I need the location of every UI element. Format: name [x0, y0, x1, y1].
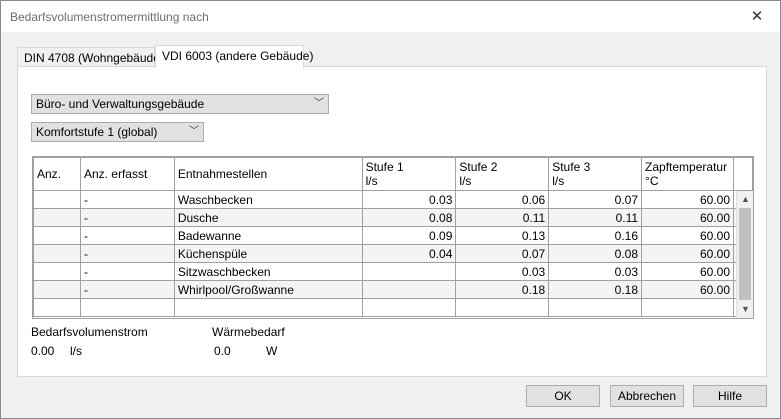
cell-stufe1 [361, 280, 457, 299]
close-icon[interactable]: ✕ [734, 1, 780, 32]
flow-unit: l/s [70, 344, 82, 358]
column-header-stufe2[interactable]: Stufe 2 l/s [455, 157, 550, 191]
cell-name: Waschbecken [173, 190, 363, 209]
table-row[interactable]: - Küchenspüle 0.04 0.07 0.08 60.00 [33, 244, 753, 263]
table-scrollbar[interactable]: ▲ ▼ [736, 191, 753, 318]
cell-stufe2: 0.11 [455, 208, 550, 227]
building-type-value: Büro- und Verwaltungsgebäude [36, 97, 205, 111]
cell-anz[interactable] [33, 190, 81, 209]
cell-stufe3: 0.03 [548, 262, 643, 281]
table-row[interactable]: - Badewanne 0.09 0.13 0.16 60.00 [33, 226, 753, 245]
heat-unit: W [266, 344, 278, 358]
cell-anz[interactable] [33, 226, 81, 245]
outlets-table: Anz. Anz. erfasst Entnahmestellen Stufe … [32, 156, 754, 319]
column-header-erfasst[interactable]: Anz. erfasst [79, 157, 175, 191]
cell-name: Whirlpool/Großwanne [173, 280, 363, 299]
cell-temp [641, 298, 735, 317]
cell-stufe1 [361, 262, 457, 281]
cell-anz[interactable] [33, 262, 81, 281]
cell-stufe1 [361, 298, 457, 317]
cell-name [173, 298, 363, 317]
cell-stufe2: 0.18 [455, 280, 550, 299]
cell-anz[interactable] [33, 208, 81, 227]
column-header-entnahme[interactable]: Entnahmestellen [173, 157, 363, 191]
chevron-down-icon: ﹀ [314, 98, 324, 109]
column-header-stufe3[interactable]: Stufe 3 l/s [548, 157, 643, 191]
cell-temp: 60.00 [641, 280, 735, 299]
table-row[interactable]: - Sitzwaschbecken 0.03 0.03 60.00 [33, 262, 753, 281]
table-row[interactable]: - Whirlpool/Großwanne 0.18 0.18 60.00 [33, 280, 753, 299]
cell-temp: 60.00 [641, 262, 735, 281]
cell-stufe3: 0.11 [548, 208, 643, 227]
table-row[interactable]: - Dusche 0.08 0.11 0.11 60.00 [33, 208, 753, 227]
heat-value: 0.0 [214, 344, 231, 358]
cell-erfasst: - [79, 226, 175, 245]
cell-anz[interactable] [33, 244, 81, 263]
comfort-level-select[interactable]: Komfortstufe 1 (global) ﹀ [31, 122, 204, 142]
scroll-down-icon[interactable]: ▼ [737, 301, 754, 318]
cell-stufe3: 0.16 [548, 226, 643, 245]
cell-anz[interactable] [33, 280, 81, 299]
tab-vdi-6003[interactable]: VDI 6003 (andere Gebäude) [155, 45, 313, 68]
cell-stufe3 [548, 298, 643, 317]
flow-label: Bedarfsvolumenstrom [31, 325, 148, 339]
comfort-level-value: Komfortstufe 1 (global) [36, 125, 158, 139]
cell-stufe3: 0.07 [548, 190, 643, 209]
cell-name: Dusche [173, 208, 363, 227]
cell-anz[interactable] [33, 298, 81, 317]
column-header-temp[interactable]: Zapftemperatur °C [641, 157, 735, 191]
cell-stufe1: 0.09 [361, 226, 457, 245]
cell-stufe1: 0.08 [361, 208, 457, 227]
cell-stufe2: 0.03 [455, 262, 550, 281]
cell-stufe2: 0.13 [455, 226, 550, 245]
scrollbar-thumb[interactable] [739, 208, 751, 300]
cell-erfasst: - [79, 190, 175, 209]
cell-stufe2 [455, 298, 550, 317]
table-row[interactable]: - Waschbecken 0.03 0.06 0.07 60.00 [33, 190, 753, 209]
cell-erfasst: - [79, 280, 175, 299]
cell-name: Sitzwaschbecken [173, 262, 363, 281]
window-title: Bedarfsvolumenstromermittlung nach [10, 10, 209, 24]
ok-button[interactable]: OK [526, 385, 600, 407]
cancel-button[interactable]: Abbrechen [610, 385, 684, 407]
cell-stufe2: 0.07 [455, 244, 550, 263]
help-button[interactable]: Hilfe [693, 385, 767, 407]
cell-stufe1: 0.04 [361, 244, 457, 263]
building-type-select[interactable]: Büro- und Verwaltungsgebäude ﹀ [31, 94, 329, 114]
cell-erfasst: - [79, 208, 175, 227]
cell-temp: 60.00 [641, 190, 735, 209]
cell-temp: 60.00 [641, 226, 735, 245]
cell-name: Küchenspüle [173, 244, 363, 263]
tab-din-4708[interactable]: DIN 4708 (Wohngebäude) [17, 47, 164, 67]
heat-label: Wärmebedarf [212, 325, 285, 339]
title-bar: Bedarfsvolumenstromermittlung nach ✕ [1, 1, 780, 32]
cell-erfasst [79, 298, 175, 317]
cell-stufe3: 0.08 [548, 244, 643, 263]
dialog-window: Bedarfsvolumenstromermittlung nach ✕ DIN… [0, 0, 781, 419]
table-row[interactable] [33, 298, 753, 317]
cell-stufe1: 0.03 [361, 190, 457, 209]
scroll-up-icon[interactable]: ▲ [737, 191, 754, 208]
cell-temp: 60.00 [641, 244, 735, 263]
cell-erfasst: - [79, 262, 175, 281]
cell-name: Badewanne [173, 226, 363, 245]
cell-temp: 60.00 [641, 208, 735, 227]
cell-erfasst: - [79, 244, 175, 263]
cell-stufe2: 0.06 [455, 190, 550, 209]
chevron-down-icon: ﹀ [189, 126, 199, 137]
tab-panel: Büro- und Verwaltungsgebäude ﹀ Komfortst… [17, 66, 767, 377]
cell-stufe3: 0.18 [548, 280, 643, 299]
column-header-stufe1[interactable]: Stufe 1 l/s [361, 157, 457, 191]
column-header-anz[interactable]: Anz. [33, 157, 81, 191]
header-filler [733, 157, 753, 191]
flow-value: 0.00 [31, 344, 55, 358]
